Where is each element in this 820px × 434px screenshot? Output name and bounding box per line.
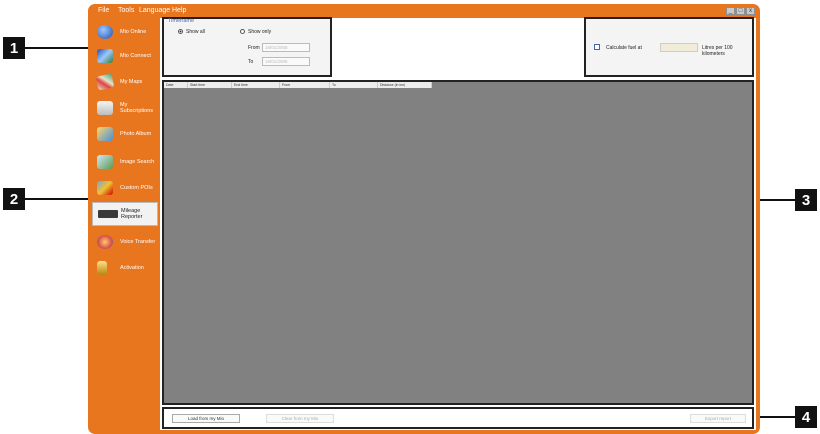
from-date-picker[interactable]: 16/01/2008 bbox=[262, 43, 310, 52]
to-label: To bbox=[248, 59, 254, 65]
sidebar-item-label: Image Search bbox=[120, 159, 155, 165]
sidebar-item-mio-online[interactable]: Mio Online bbox=[92, 20, 158, 44]
sidebar-item-mio-connect[interactable]: Mio Connect bbox=[92, 44, 158, 68]
menu-language[interactable]: Language bbox=[139, 7, 170, 14]
clear-from-mio-button[interactable]: Clear from my Mio bbox=[266, 414, 334, 423]
photo-album-icon bbox=[97, 127, 113, 141]
globe-icon bbox=[97, 25, 113, 39]
col-header-start-time[interactable]: Start time bbox=[188, 82, 232, 88]
timeframe-legend: Timeframe bbox=[168, 18, 195, 24]
sidebar-item-label: Custom POIs bbox=[120, 185, 153, 191]
timeframe-panel: Timeframe Show all Show only From 16/01/… bbox=[162, 17, 332, 77]
sidebar-item-custom-pois[interactable]: Custom POIs bbox=[92, 176, 158, 200]
voice-icon bbox=[97, 235, 113, 249]
fuel-consumption-input[interactable] bbox=[660, 43, 698, 52]
sidebar-item-label: My Subscriptions bbox=[120, 102, 154, 114]
sidebar-item-label: Activation bbox=[120, 265, 144, 271]
callout-2: 2 bbox=[3, 188, 25, 210]
mileage-icon bbox=[98, 210, 118, 218]
sidebar-item-label: Mio Online bbox=[120, 29, 147, 35]
to-date-value: 16/01/2008 bbox=[265, 59, 288, 64]
sidebar-item-label: Mio Connect bbox=[120, 53, 151, 59]
col-header-distance[interactable]: Distance (in km) bbox=[378, 82, 432, 88]
from-label: From bbox=[248, 45, 260, 51]
menu-help[interactable]: Help bbox=[172, 7, 186, 14]
col-header-date[interactable]: Date bbox=[164, 82, 188, 88]
actions-bar: Load from my Mio Clear from my Mio Expor… bbox=[162, 407, 754, 429]
sidebar-item-image-search[interactable]: Image Search bbox=[92, 150, 158, 174]
col-header-from[interactable]: From bbox=[280, 82, 330, 88]
show-only-radio[interactable] bbox=[240, 29, 245, 34]
calculate-fuel-label: Calculate fuel at bbox=[606, 45, 642, 51]
map-icon bbox=[95, 73, 115, 91]
show-all-label: Show all bbox=[186, 29, 205, 35]
sidebar-item-activation[interactable]: Activation bbox=[92, 256, 158, 280]
sidebar-item-my-subscriptions[interactable]: My Subscriptions bbox=[92, 96, 158, 120]
mileage-grid[interactable]: Date Start time End time From To Distanc… bbox=[162, 80, 754, 405]
sidebar-item-label: Voice Transfer bbox=[120, 239, 156, 245]
calculate-fuel-checkbox[interactable] bbox=[594, 44, 600, 50]
maximize-button[interactable]: □ bbox=[736, 7, 745, 15]
callout-1: 1 bbox=[3, 37, 25, 59]
load-from-mio-button[interactable]: Load from my Mio bbox=[172, 414, 240, 423]
sidebar-item-voice-transfer[interactable]: Voice Transfer bbox=[92, 230, 158, 254]
sidebar-item-label: My Maps bbox=[120, 79, 143, 85]
callout-3: 3 bbox=[795, 189, 817, 211]
fuel-units-label: Litres per 100 kilometers bbox=[702, 45, 733, 57]
col-header-end-time[interactable]: End time bbox=[232, 82, 280, 88]
sidebar-item-label: Photo Album bbox=[120, 131, 152, 137]
subscription-icon bbox=[97, 101, 113, 115]
sidebar-item-photo-album[interactable]: Photo Album bbox=[92, 122, 158, 146]
activation-icon bbox=[97, 261, 107, 275]
minimize-button[interactable]: _ bbox=[726, 7, 735, 15]
show-all-radio[interactable] bbox=[178, 29, 183, 34]
connect-icon bbox=[97, 49, 113, 63]
callout-4: 4 bbox=[795, 406, 817, 428]
screenshot-stage: 1 2 3 4 File Tools Language Help _ □ x M… bbox=[0, 0, 820, 434]
app-window: File Tools Language Help _ □ x Mio Onlin… bbox=[88, 4, 760, 434]
close-button[interactable]: x bbox=[746, 7, 755, 15]
from-date-value: 16/01/2008 bbox=[265, 45, 288, 50]
col-header-to[interactable]: To bbox=[330, 82, 378, 88]
to-date-picker[interactable]: 16/01/2008 bbox=[262, 57, 310, 66]
menu-tools[interactable]: Tools bbox=[118, 7, 134, 14]
fuel-panel: Calculate fuel at Litres per 100 kilomet… bbox=[584, 17, 754, 77]
poi-icon bbox=[97, 181, 113, 195]
sidebar-item-mileage-reporter[interactable]: Mileage Reporter bbox=[92, 202, 158, 226]
show-only-label: Show only bbox=[248, 29, 272, 35]
image-search-icon bbox=[97, 155, 113, 169]
menu-file[interactable]: File bbox=[98, 7, 109, 14]
sidebar-item-label: Mileage Reporter bbox=[121, 208, 143, 220]
export-report-button[interactable]: Export report bbox=[690, 414, 746, 423]
sidebar-item-my-maps[interactable]: My Maps bbox=[92, 70, 158, 94]
